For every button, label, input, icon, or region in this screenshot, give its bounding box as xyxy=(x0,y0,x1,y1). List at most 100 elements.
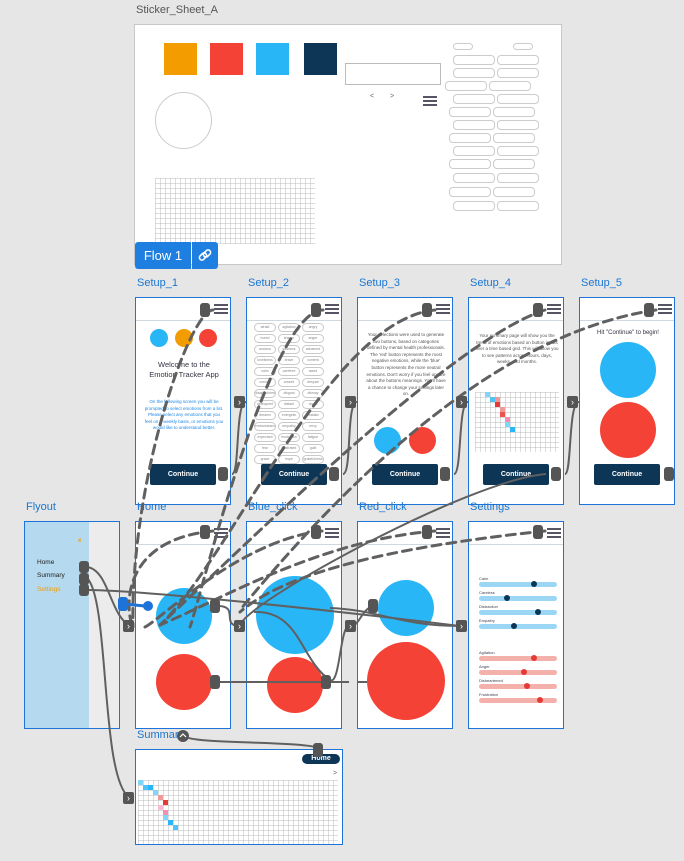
hamburger-menu-icon[interactable] xyxy=(325,304,339,314)
input-port-arrow-icon[interactable]: › xyxy=(345,620,356,632)
flow-1-button[interactable]: Flow 1 xyxy=(135,242,191,269)
emotion-chip[interactable]: guilt xyxy=(302,444,324,453)
emotion-chip[interactable]: fatigue xyxy=(302,433,324,442)
emotion-chip[interactable]: dismay xyxy=(302,389,324,398)
slider-knob[interactable] xyxy=(530,581,537,587)
emotion-chip[interactable]: carefree xyxy=(278,367,300,376)
setup-3-screen[interactable]: Your selections were used to generate tw… xyxy=(357,297,453,505)
emotion-chip[interactable]: brave xyxy=(278,356,300,365)
blue-emotion-button-pressed[interactable] xyxy=(256,576,334,654)
emotion-chip[interactable]: ashamed xyxy=(302,345,324,354)
continue-button[interactable]: Continue xyxy=(372,464,438,485)
emotion-chip[interactable]: grace xyxy=(254,455,276,464)
hamburger-menu-icon[interactable] xyxy=(658,304,672,314)
emotion-chip[interactable]: sadness xyxy=(278,345,300,354)
emotion-chip[interactable]: content xyxy=(302,356,324,365)
emotion-chip[interactable]: bored xyxy=(254,334,276,343)
link-icon[interactable] xyxy=(192,242,218,269)
setup-1-screen[interactable]: Welcome to the Emotion Tracker App On th… xyxy=(135,297,231,505)
input-port-arrow-icon[interactable]: › xyxy=(234,396,245,408)
input-port-arrow-icon[interactable]: › xyxy=(456,396,467,408)
emotion-chip[interactable]: anxious xyxy=(254,345,276,354)
hamburger-menu-icon[interactable] xyxy=(436,304,450,314)
emotion-chip[interactable]: awed xyxy=(302,367,324,376)
menu-item-home[interactable]: Home xyxy=(37,559,54,566)
emotion-chip[interactable]: disgust xyxy=(278,389,300,398)
emotion-slider[interactable] xyxy=(479,595,557,601)
input-port-arrow-icon[interactable]: › xyxy=(567,396,578,408)
hamburger-menu-icon[interactable] xyxy=(214,528,228,538)
emotion-chip[interactable]: dreams xyxy=(254,411,276,420)
settings-screen[interactable]: Calm Careless Distraction Empathy Agitation A… xyxy=(468,521,564,729)
emotion-chip[interactable]: empathy xyxy=(278,422,300,431)
emotion-chip[interactable]: agitation xyxy=(278,323,300,332)
setup-5-screen[interactable]: Hit "Continue" to begin! Continue xyxy=(579,297,675,505)
flyout-screen[interactable]: x Home Summary Settings xyxy=(24,521,120,729)
emotion-chip[interactable]: fear xyxy=(254,444,276,453)
emotion-chip[interactable]: shame xyxy=(278,334,300,343)
summary-screen[interactable]: Home > xyxy=(135,749,343,845)
continue-button[interactable]: Continue xyxy=(261,464,327,485)
slider-knob[interactable] xyxy=(511,623,518,629)
emotion-slider[interactable] xyxy=(479,669,557,675)
emotion-chip[interactable]: delinquent xyxy=(254,400,276,409)
emotion-chip[interactable]: hope xyxy=(278,455,300,464)
continue-button[interactable]: Continue xyxy=(150,464,216,485)
input-port-arrow-icon[interactable]: › xyxy=(123,620,134,632)
input-port-arrow-icon[interactable]: › xyxy=(123,792,134,804)
menu-item-settings[interactable]: Settings xyxy=(37,586,61,593)
emotion-chip[interactable]: frustrated xyxy=(278,444,300,453)
input-port-arrow-icon[interactable]: › xyxy=(234,620,245,632)
emotion-slider[interactable] xyxy=(479,655,557,661)
blue-emotion-button[interactable] xyxy=(156,588,212,644)
sticker-sheet-frame[interactable]: < > xyxy=(134,24,562,265)
blue-emotion-button[interactable] xyxy=(378,580,434,636)
emotion-chip[interactable]: energetic xyxy=(278,411,300,420)
red-emotion-button[interactable] xyxy=(156,654,212,710)
emotion-chip[interactable]: loneliness xyxy=(254,356,276,365)
close-icon[interactable]: x xyxy=(78,538,81,544)
emotion-chip[interactable]: disappointment xyxy=(254,389,276,398)
blue-click-screen[interactable] xyxy=(246,521,342,729)
slider-knob[interactable] xyxy=(530,655,537,661)
setup-2-screen[interactable]: afraid agitation angry bored shame anger anxio… xyxy=(246,297,342,505)
hamburger-menu-icon[interactable] xyxy=(436,528,450,538)
emotion-chip[interactable]: doubt xyxy=(302,400,324,409)
emotion-chip[interactable]: curious xyxy=(254,378,276,387)
home-button[interactable]: Home xyxy=(302,754,340,764)
emotion-slider[interactable] xyxy=(479,581,557,587)
hamburger-menu-icon[interactable] xyxy=(547,304,561,314)
slider-knob[interactable] xyxy=(520,669,527,675)
red-click-screen[interactable] xyxy=(357,521,453,729)
emotion-chip[interactable]: calm xyxy=(254,367,276,376)
next-arrow-icon[interactable]: > xyxy=(333,770,337,777)
setup-4-screen[interactable]: Your summary page will show you the tren… xyxy=(468,297,564,505)
emotion-chip[interactable]: envy xyxy=(302,422,324,431)
emotion-slider[interactable] xyxy=(479,683,557,689)
home-screen[interactable] xyxy=(135,521,231,729)
continue-button[interactable]: Continue xyxy=(594,464,660,485)
emotion-chip[interactable]: angry xyxy=(302,323,324,332)
slider-knob[interactable] xyxy=(504,595,511,601)
continue-button[interactable]: Continue xyxy=(483,464,549,485)
emotion-slider[interactable] xyxy=(479,697,557,703)
slider-knob[interactable] xyxy=(535,609,542,615)
red-emotion-button[interactable] xyxy=(267,657,323,713)
red-emotion-button-pressed[interactable] xyxy=(367,642,445,720)
emotion-chip[interactable]: gratefulness xyxy=(302,455,324,464)
emotion-chip[interactable]: distant xyxy=(278,400,300,409)
slider-knob[interactable] xyxy=(536,697,543,703)
hamburger-menu-icon[interactable] xyxy=(214,304,228,314)
input-port-arrow-icon[interactable]: › xyxy=(345,396,356,408)
menu-item-summary[interactable]: Summary xyxy=(37,572,65,579)
emotion-slider[interactable] xyxy=(479,609,557,615)
emotion-chip[interactable]: frustration xyxy=(278,433,300,442)
emotion-slider[interactable] xyxy=(479,623,557,629)
emotion-chip[interactable]: afraid xyxy=(254,323,276,332)
hamburger-menu-icon[interactable] xyxy=(325,528,339,538)
emotion-chip[interactable]: despair xyxy=(302,378,324,387)
slider-knob[interactable] xyxy=(523,683,530,689)
emotion-chip[interactable]: crazed xyxy=(278,378,300,387)
emotion-chip[interactable]: expectant xyxy=(254,433,276,442)
emotion-chip[interactable]: anger xyxy=(302,334,324,343)
